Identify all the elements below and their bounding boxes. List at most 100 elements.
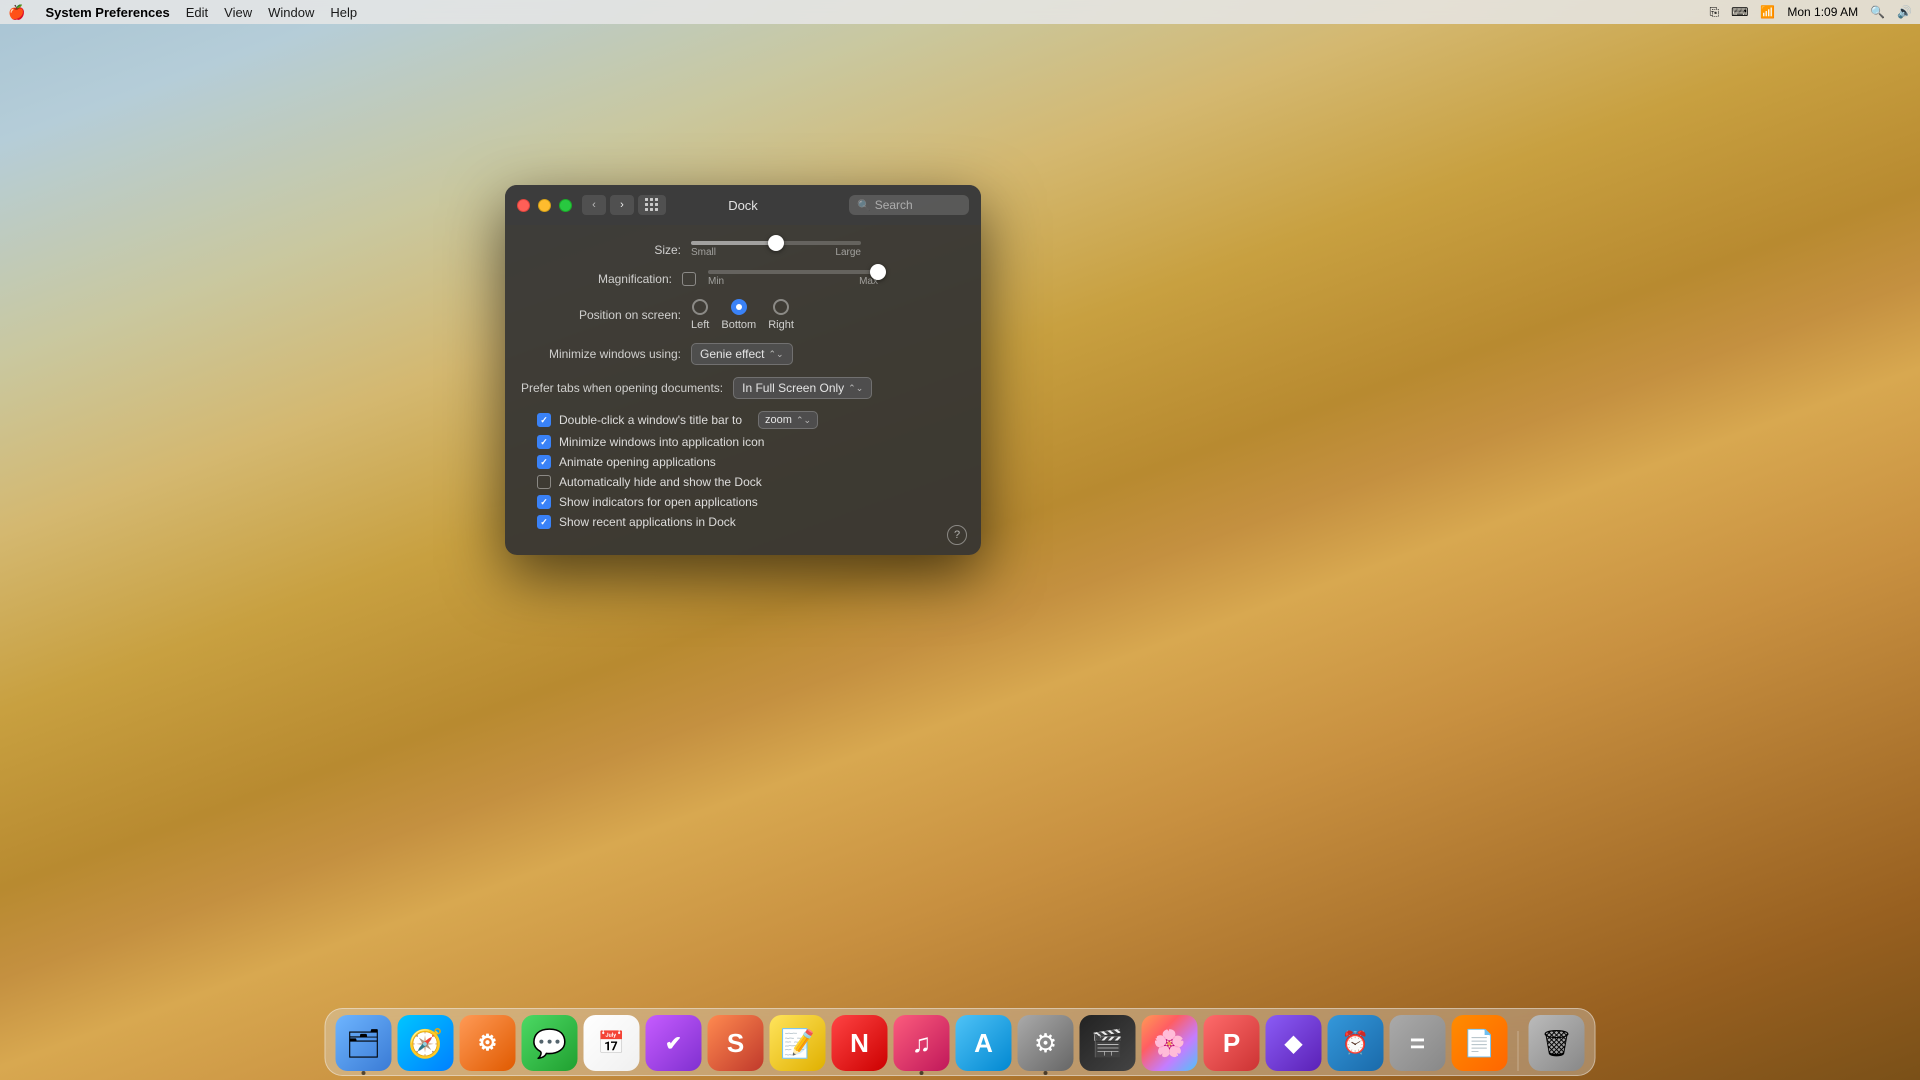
checkboxes-section: Double-click a window's title bar to zoo… [521, 411, 965, 529]
checkbox-recent-label: Show recent applications in Dock [559, 515, 736, 529]
menu-bar-right: ⎘ ⌨ 📶 Mon 1:09 AM 🔍 🔊 [1709, 5, 1912, 20]
checkbox-double-click-label: Double-click a window's title bar to [559, 413, 742, 427]
position-bottom-radio[interactable] [731, 299, 747, 315]
dock-app-finder[interactable]: 🗂 [336, 1015, 392, 1071]
wifi-icon[interactable]: 📶 [1760, 5, 1775, 19]
checkbox-row-1: Minimize windows into application icon [537, 435, 965, 449]
checkbox-animate-label: Animate opening applications [559, 455, 716, 469]
search-input[interactable] [875, 198, 963, 212]
position-left-label: Left [691, 319, 709, 331]
checkbox-autohide[interactable] [537, 475, 551, 489]
dock-app-omnifocus[interactable]: ✔ [646, 1015, 702, 1071]
dock-app-stickies[interactable]: 📝 [770, 1015, 826, 1071]
dock-app-photos[interactable]: 🌸 [1142, 1015, 1198, 1071]
dock-app-appstore[interactable]: A [956, 1015, 1012, 1071]
dock-app-affinity[interactable]: ◆ [1266, 1015, 1322, 1071]
dock-app-claquette[interactable]: 🎬 [1080, 1015, 1136, 1071]
size-slider-wrap: Small Large [691, 241, 861, 258]
screen-mirroring-icon[interactable]: ⎘ [1709, 5, 1719, 20]
search-icon[interactable]: 🔍 [1870, 5, 1885, 19]
position-right[interactable]: Right [768, 299, 794, 331]
dock-dot-finder [362, 1071, 366, 1075]
minimize-control: Genie effect ⌃⌄ [691, 343, 965, 365]
keyboard-brightness-icon[interactable]: ⌨ [1731, 5, 1748, 19]
dock-app-paparazzi[interactable]: P [1204, 1015, 1260, 1071]
help-button[interactable]: ? [947, 525, 967, 545]
zoom-dropdown[interactable]: zoom ⌃⌄ [758, 411, 818, 429]
all-preferences-button[interactable] [638, 195, 666, 215]
minimize-dropdown-value: Genie effect [700, 347, 765, 361]
grid-icon [645, 198, 659, 212]
dock-dot-music [920, 1071, 924, 1075]
position-left-radio[interactable] [692, 299, 708, 315]
position-row: Position on screen: Left Bottom Right [521, 299, 965, 331]
dock-app-messages[interactable]: 💬 [522, 1015, 578, 1071]
position-left[interactable]: Left [691, 299, 709, 331]
dock-app-trash[interactable]: 🗑 [1529, 1015, 1585, 1071]
menu-bar-window[interactable]: Window [268, 5, 314, 20]
checkbox-double-click[interactable] [537, 413, 551, 427]
menu-bar-view[interactable]: View [224, 5, 252, 20]
window-titlebar: ‹ › Dock 🔍 [505, 185, 981, 225]
menu-bar: 🍎 System Preferences Edit View Window He… [0, 0, 1920, 24]
tabs-dropdown-value: In Full Screen Only [742, 381, 844, 395]
position-right-radio[interactable] [773, 299, 789, 315]
position-bottom[interactable]: Bottom [721, 299, 756, 331]
tabs-label: Prefer tabs when opening documents: [521, 381, 733, 395]
checkbox-row-2: Animate opening applications [537, 455, 965, 469]
checkbox-animate[interactable] [537, 455, 551, 469]
checkbox-recent[interactable] [537, 515, 551, 529]
checkbox-minimize-icon[interactable] [537, 435, 551, 449]
dock-app-preview[interactable]: 📄 [1452, 1015, 1508, 1071]
magnification-slider-thumb[interactable] [870, 264, 886, 280]
window-controls [517, 199, 572, 212]
back-button[interactable]: ‹ [582, 195, 606, 215]
position-radio-group: Left Bottom Right [691, 299, 794, 331]
close-button[interactable] [517, 199, 530, 212]
checkbox-minimize-icon-label: Minimize windows into application icon [559, 435, 764, 449]
dock-app-timing[interactable]: ⏰ [1328, 1015, 1384, 1071]
dock-app-filemerge[interactable]: ⚙ [460, 1015, 516, 1071]
dock-app-music[interactable]: ♫ [894, 1015, 950, 1071]
size-small-label: Small [691, 247, 716, 258]
minimize-button[interactable] [538, 199, 551, 212]
minimize-row: Minimize windows using: Genie effect ⌃⌄ [521, 343, 965, 365]
dock-app-calendar[interactable]: 📅 [584, 1015, 640, 1071]
apple-menu[interactable]: 🍎 [8, 4, 25, 21]
minimize-dropdown[interactable]: Genie effect ⌃⌄ [691, 343, 793, 365]
search-box[interactable]: 🔍 [849, 195, 969, 215]
menu-bar-help[interactable]: Help [330, 5, 357, 20]
size-row: Size: Small Large [521, 241, 965, 258]
checkbox-autohide-label: Automatically hide and show the Dock [559, 475, 762, 489]
dock-app-safari[interactable]: 🧭 [398, 1015, 454, 1071]
zoom-dropdown-arrow: ⌃⌄ [796, 415, 811, 426]
size-slider-thumb[interactable] [768, 235, 784, 251]
magnification-checkbox[interactable] [682, 272, 696, 286]
dock-app-sysprefs[interactable]: ⚙ [1018, 1015, 1074, 1071]
position-bottom-label: Bottom [721, 319, 756, 331]
dock-app-calculator[interactable]: = [1390, 1015, 1446, 1071]
size-label: Size: [521, 243, 691, 257]
dock-app-news[interactable]: N [832, 1015, 888, 1071]
window-body: Size: Small Large Magnification: [505, 225, 981, 555]
dock-dot-sysprefs [1044, 1071, 1048, 1075]
menu-clock: Mon 1:09 AM [1787, 5, 1858, 19]
menu-bar-app-name[interactable]: System Preferences [45, 5, 169, 20]
size-slider-track [691, 241, 861, 245]
menu-bar-edit[interactable]: Edit [186, 5, 208, 20]
volume-icon[interactable]: 🔊 [1897, 5, 1912, 19]
maximize-button[interactable] [559, 199, 572, 212]
checkbox-row-4: Show indicators for open applications [537, 495, 965, 509]
size-large-label: Large [835, 247, 861, 258]
forward-button[interactable]: › [610, 195, 634, 215]
magnification-slider-wrap: Min Max [708, 270, 878, 287]
search-magnifier-icon: 🔍 [857, 199, 871, 212]
dock-app-sublime[interactable]: S [708, 1015, 764, 1071]
magnification-slider-track [708, 270, 878, 274]
checkbox-indicators[interactable] [537, 495, 551, 509]
position-control: Left Bottom Right [691, 299, 965, 331]
mag-min-label: Min [708, 276, 724, 287]
position-right-label: Right [768, 319, 794, 331]
tabs-dropdown[interactable]: In Full Screen Only ⌃⌄ [733, 377, 872, 399]
size-control: Small Large [691, 241, 965, 258]
